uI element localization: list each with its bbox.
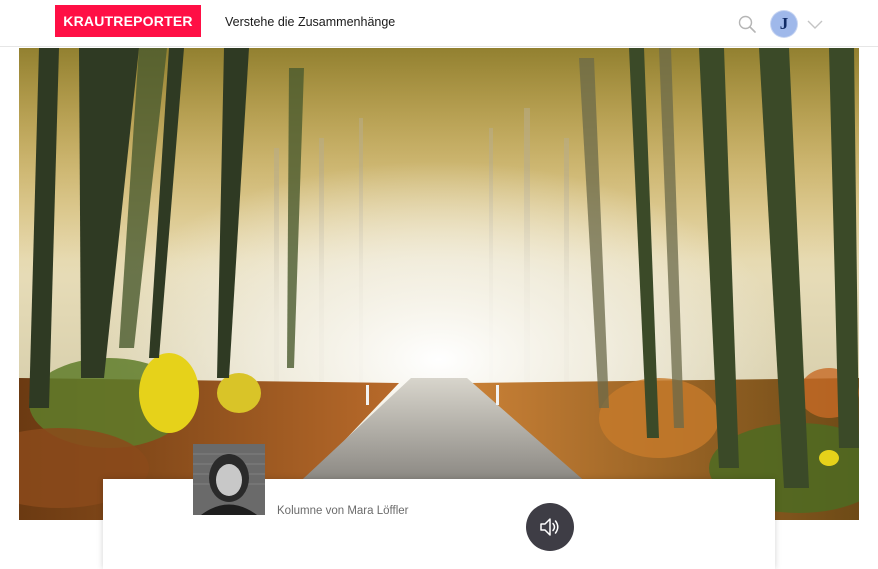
krautreporter-logo[interactable]: KRAUTREPORTER	[55, 5, 201, 37]
search-icon[interactable]	[738, 15, 756, 33]
speaker-icon	[540, 518, 559, 536]
top-navigation-bar: KRAUTREPORTER Verstehe die Zusammenhänge…	[0, 0, 878, 47]
article-byline[interactable]: Kolumne von Mara Löffler	[277, 504, 408, 518]
chevron-down-icon[interactable]	[806, 17, 824, 29]
user-avatar[interactable]: J	[771, 11, 797, 37]
hero-image-forest-road	[19, 48, 859, 520]
site-tagline: Verstehe die Zusammenhänge	[225, 15, 396, 29]
author-photo	[193, 444, 265, 515]
audio-play-button[interactable]	[526, 503, 574, 551]
